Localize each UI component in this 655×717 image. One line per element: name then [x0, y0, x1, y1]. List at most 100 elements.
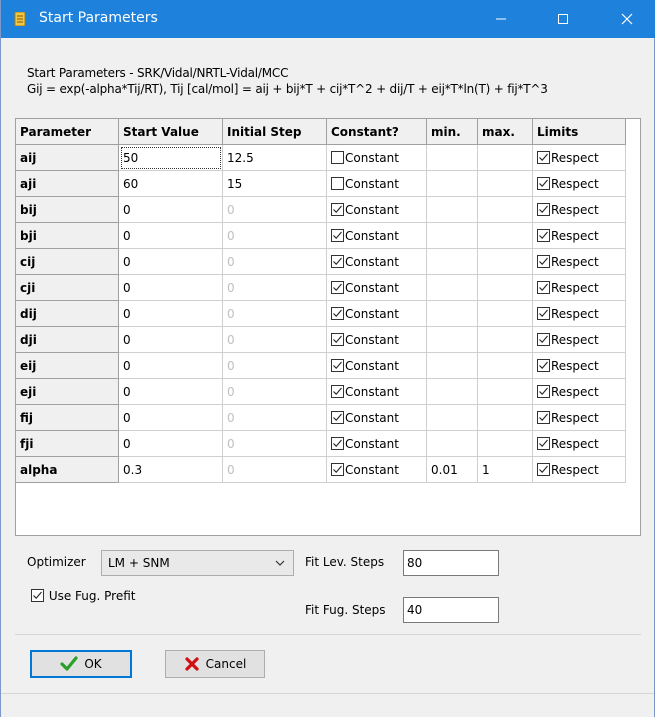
- use-fug-prefit-checkbox[interactable]: Use Fug. Prefit: [31, 589, 136, 603]
- min-cell[interactable]: [426, 144, 478, 171]
- limits-cell[interactable]: Respect: [532, 300, 626, 327]
- start-value-cell[interactable]: 0: [118, 274, 223, 301]
- limits-cell[interactable]: Respect: [532, 404, 626, 431]
- limits-cell[interactable]: Respect: [532, 326, 626, 353]
- max-cell[interactable]: [477, 352, 533, 379]
- constant-checkbox[interactable]: [331, 280, 344, 294]
- constant-cell[interactable]: Constant: [326, 274, 427, 301]
- limits-checkbox[interactable]: [537, 358, 550, 372]
- min-cell[interactable]: [426, 378, 478, 405]
- constant-checkbox[interactable]: [331, 384, 344, 398]
- min-cell[interactable]: 0.01: [426, 456, 478, 483]
- min-cell[interactable]: [426, 326, 478, 353]
- table-row[interactable]: eij 0 0 Constant Respect: [15, 352, 626, 379]
- max-cell[interactable]: [477, 300, 533, 327]
- table-row[interactable]: aij 50 12.5 Constant Respect: [15, 144, 626, 171]
- max-cell[interactable]: [477, 170, 533, 197]
- constant-cell[interactable]: Constant: [326, 456, 427, 483]
- max-cell[interactable]: [477, 196, 533, 223]
- start-value-cell[interactable]: 0.3: [118, 456, 223, 483]
- table-row[interactable]: cji 0 0 Constant Respect: [15, 274, 626, 301]
- constant-cell[interactable]: Constant: [326, 326, 427, 353]
- fit-fug-steps-input[interactable]: 40: [403, 597, 499, 623]
- start-value-cell[interactable]: 0: [118, 352, 223, 379]
- min-cell[interactable]: [426, 430, 478, 457]
- initial-step-cell[interactable]: 0: [222, 430, 327, 457]
- constant-checkbox[interactable]: [331, 228, 344, 242]
- table-row[interactable]: bji 0 0 Constant Respect: [15, 222, 626, 249]
- limits-cell[interactable]: Respect: [532, 378, 626, 405]
- initial-step-cell[interactable]: 0: [222, 378, 327, 405]
- max-cell[interactable]: [477, 326, 533, 353]
- constant-cell[interactable]: Constant: [326, 352, 427, 379]
- checkbox-box[interactable]: [31, 589, 44, 602]
- cancel-button[interactable]: Cancel: [165, 650, 265, 678]
- start-value-cell[interactable]: 60: [118, 170, 223, 197]
- initial-step-cell[interactable]: 0: [222, 404, 327, 431]
- max-cell[interactable]: 1: [477, 456, 533, 483]
- title-bar[interactable]: Start Parameters: [1, 0, 655, 38]
- limits-checkbox[interactable]: [537, 410, 550, 424]
- start-value-cell[interactable]: 50: [118, 144, 223, 171]
- constant-checkbox[interactable]: [331, 410, 344, 424]
- min-cell[interactable]: [426, 248, 478, 275]
- constant-cell[interactable]: Constant: [326, 170, 427, 197]
- limits-cell[interactable]: Respect: [532, 170, 626, 197]
- table-row[interactable]: alpha 0.3 0 Constant 0.01 1 Respect: [15, 456, 626, 483]
- constant-cell[interactable]: Constant: [326, 430, 427, 457]
- initial-step-cell[interactable]: 0: [222, 274, 327, 301]
- max-cell[interactable]: [477, 430, 533, 457]
- constant-checkbox[interactable]: [331, 150, 344, 164]
- start-value-cell[interactable]: 0: [118, 300, 223, 327]
- limits-cell[interactable]: Respect: [532, 196, 626, 223]
- min-cell[interactable]: [426, 352, 478, 379]
- initial-step-cell[interactable]: 0: [222, 248, 327, 275]
- constant-checkbox[interactable]: [331, 254, 344, 268]
- close-button[interactable]: [604, 0, 650, 38]
- limits-checkbox[interactable]: [537, 176, 550, 190]
- limits-checkbox[interactable]: [537, 306, 550, 320]
- limits-checkbox[interactable]: [537, 332, 550, 346]
- start-value-cell[interactable]: 0: [118, 378, 223, 405]
- constant-cell[interactable]: Constant: [326, 196, 427, 223]
- limits-cell[interactable]: Respect: [532, 222, 626, 249]
- table-row[interactable]: dij 0 0 Constant Respect: [15, 300, 626, 327]
- min-cell[interactable]: [426, 300, 478, 327]
- initial-step-cell[interactable]: 0: [222, 326, 327, 353]
- limits-cell[interactable]: Respect: [532, 274, 626, 301]
- limits-checkbox[interactable]: [537, 202, 550, 216]
- limits-cell[interactable]: Respect: [532, 248, 626, 275]
- min-cell[interactable]: [426, 222, 478, 249]
- start-value-cell[interactable]: 0: [118, 326, 223, 353]
- start-value-cell[interactable]: 0: [118, 404, 223, 431]
- max-cell[interactable]: [477, 144, 533, 171]
- limits-cell[interactable]: Respect: [532, 352, 626, 379]
- min-cell[interactable]: [426, 404, 478, 431]
- limits-cell[interactable]: Respect: [532, 430, 626, 457]
- limits-cell[interactable]: Respect: [532, 456, 626, 483]
- parameter-grid[interactable]: Parameter Start Value Initial Step Const…: [15, 118, 626, 483]
- start-value-cell[interactable]: 0: [118, 248, 223, 275]
- constant-cell[interactable]: Constant: [326, 248, 427, 275]
- table-row[interactable]: fji 0 0 Constant Respect: [15, 430, 626, 457]
- fit-lev-steps-input[interactable]: 80: [403, 550, 499, 576]
- constant-cell[interactable]: Constant: [326, 222, 427, 249]
- max-cell[interactable]: [477, 378, 533, 405]
- limits-cell[interactable]: Respect: [532, 144, 626, 171]
- min-cell[interactable]: [426, 170, 478, 197]
- constant-checkbox[interactable]: [331, 202, 344, 216]
- table-row[interactable]: bij 0 0 Constant Respect: [15, 196, 626, 223]
- start-value-cell[interactable]: 0: [118, 196, 223, 223]
- table-row[interactable]: fij 0 0 Constant Respect: [15, 404, 626, 431]
- max-cell[interactable]: [477, 222, 533, 249]
- constant-checkbox[interactable]: [331, 176, 344, 190]
- initial-step-cell[interactable]: 12.5: [222, 144, 327, 171]
- constant-checkbox[interactable]: [331, 358, 344, 372]
- start-value-cell[interactable]: 0: [118, 222, 223, 249]
- optimizer-select[interactable]: LM + SNM: [101, 550, 294, 576]
- max-cell[interactable]: [477, 274, 533, 301]
- constant-cell[interactable]: Constant: [326, 300, 427, 327]
- minimize-button[interactable]: [478, 0, 524, 38]
- constant-checkbox[interactable]: [331, 306, 344, 320]
- start-value-cell[interactable]: 0: [118, 430, 223, 457]
